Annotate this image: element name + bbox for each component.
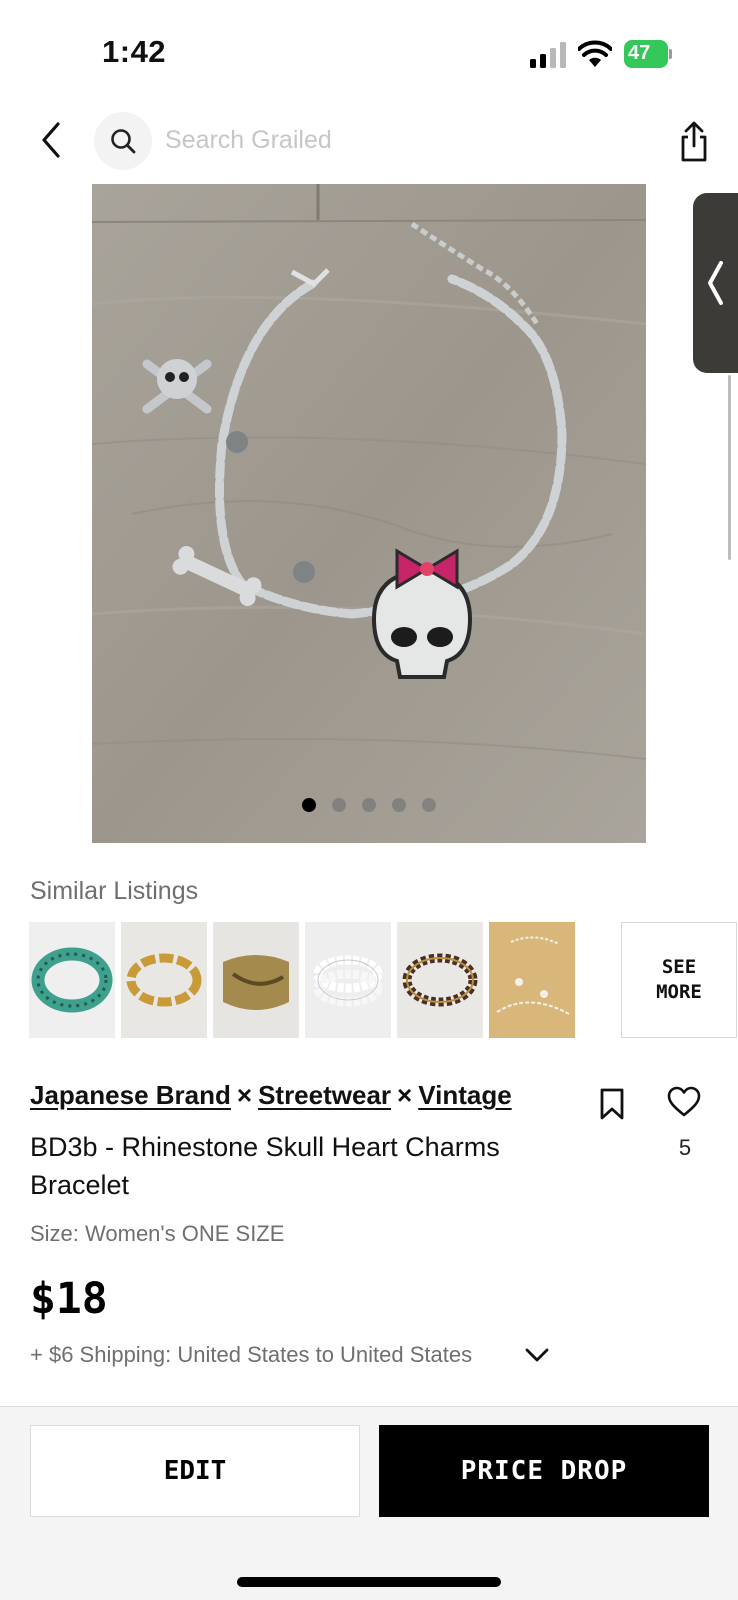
battery-percent: 47	[628, 42, 651, 64]
similar-listings-row: SEE MORE	[29, 922, 737, 1038]
home-indicator[interactable]	[237, 1577, 501, 1587]
bookmark-icon	[600, 1088, 624, 1120]
chevron-down-icon	[525, 1348, 549, 1362]
designer-link[interactable]: Vintage	[418, 1080, 511, 1110]
chevron-left-icon	[42, 122, 60, 158]
bottom-action-bar: EDIT PRICE DROP	[0, 1406, 738, 1600]
search-icon	[111, 129, 136, 154]
cellular-signal-icon	[530, 42, 566, 68]
product-price: $18	[30, 1274, 108, 1324]
product-photo	[92, 184, 646, 843]
see-more-button[interactable]: SEE MORE	[621, 922, 737, 1038]
page-dot[interactable]	[362, 797, 376, 812]
search-input[interactable]	[165, 120, 635, 160]
designer-links: Japanese Brand × Streetwear × Vintage	[30, 1080, 512, 1111]
back-button[interactable]	[34, 118, 70, 162]
share-icon	[681, 121, 707, 162]
edit-button[interactable]: EDIT	[30, 1425, 360, 1517]
product-title: BD3b - Rhinestone Skull Heart Charms Bra…	[30, 1132, 500, 1200]
page-dot[interactable]	[422, 797, 436, 812]
share-button[interactable]	[676, 120, 712, 164]
page-dot[interactable]	[332, 797, 346, 812]
similar-listing-thumbnail[interactable]	[397, 922, 483, 1038]
status-bar: 1:42 47	[0, 0, 738, 100]
heart-icon	[667, 1086, 701, 1117]
similar-listing-thumbnail[interactable]	[489, 922, 575, 1038]
scrollbar[interactable]	[728, 375, 731, 560]
save-button[interactable]	[598, 1087, 626, 1121]
shipping-info: + $6 Shipping: United States to United S…	[30, 1342, 473, 1367]
status-time: 1:42	[102, 34, 167, 69]
designer-separator: ×	[397, 1080, 413, 1110]
chevron-left-icon	[708, 261, 723, 305]
wifi-icon	[578, 40, 612, 67]
product-size: Size: Women's ONE SIZE	[30, 1221, 285, 1246]
battery-indicator: 47	[624, 40, 672, 68]
search-button[interactable]	[94, 112, 152, 170]
top-nav	[0, 108, 738, 174]
designer-link[interactable]: Japanese Brand	[30, 1080, 231, 1110]
favorite-count: 5	[678, 1135, 692, 1160]
similar-listing-thumbnail[interactable]	[305, 922, 391, 1038]
similar-listing-thumbnail[interactable]	[29, 922, 115, 1038]
shipping-expand-button[interactable]	[524, 1344, 550, 1366]
similar-listings-title: Similar Listings	[30, 877, 199, 905]
favorite-button[interactable]	[666, 1086, 702, 1118]
price-drop-button[interactable]: PRICE DROP	[379, 1425, 709, 1517]
product-image-gallery[interactable]	[92, 184, 646, 843]
page-dot[interactable]	[392, 797, 406, 812]
designer-link[interactable]: Streetwear	[258, 1080, 391, 1110]
gallery-pagination	[92, 796, 646, 812]
similar-listing-thumbnail[interactable]	[213, 922, 299, 1038]
page-dot[interactable]	[302, 797, 316, 812]
side-panel-handle[interactable]	[693, 193, 738, 373]
similar-listing-thumbnail[interactable]	[121, 922, 207, 1038]
designer-separator: ×	[236, 1080, 253, 1110]
